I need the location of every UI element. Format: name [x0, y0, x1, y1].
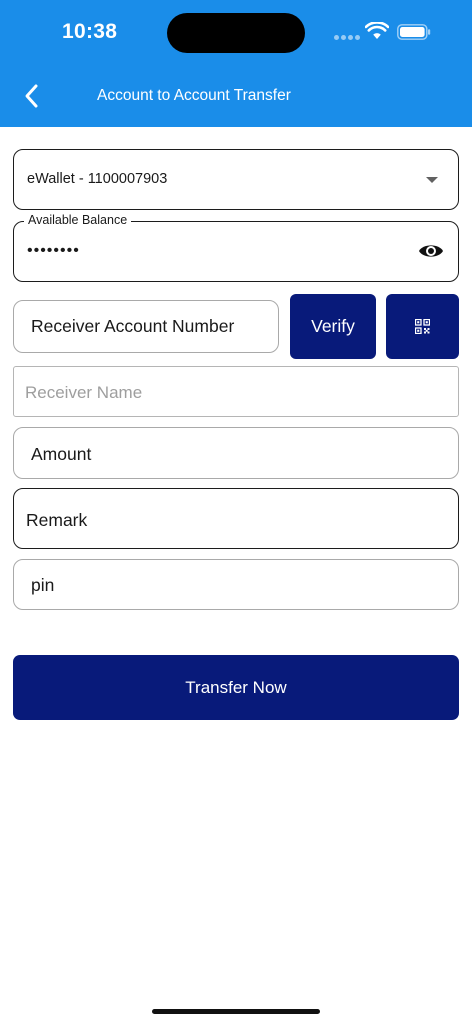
- pin-input[interactable]: pin: [13, 559, 459, 610]
- wallet-select-value: eWallet - 1100007903: [27, 171, 168, 187]
- receiver-name-field[interactable]: Receiver Name: [13, 366, 459, 417]
- transfer-now-button[interactable]: Transfer Now: [13, 655, 459, 720]
- status-time: 10:38: [62, 20, 118, 43]
- chevron-left-icon: [25, 84, 38, 108]
- back-button[interactable]: [20, 82, 46, 110]
- pin-placeholder: pin: [31, 575, 55, 595]
- available-balance-value: ••••••••: [27, 242, 80, 259]
- receiver-account-input[interactable]: Receiver Account Number: [13, 300, 279, 353]
- caret-down-icon: [426, 177, 438, 183]
- receiver-name-placeholder: Receiver Name: [25, 383, 143, 402]
- wifi-icon: [365, 22, 389, 39]
- remark-input[interactable]: Remark: [13, 488, 459, 549]
- wallet-select[interactable]: eWallet - 1100007903: [13, 149, 459, 210]
- amount-placeholder: Amount: [31, 444, 92, 464]
- page-title: Account to Account Transfer: [97, 87, 291, 104]
- available-balance-label: Available Balance: [24, 213, 132, 227]
- home-indicator[interactable]: [152, 1009, 320, 1014]
- cellular-signal-icon: [334, 35, 360, 41]
- app-header: 10:38 Account to Account Transfer: [0, 0, 472, 127]
- amount-input[interactable]: Amount: [13, 427, 459, 479]
- eye-icon[interactable]: [418, 241, 444, 261]
- qr-scan-button[interactable]: [386, 294, 459, 359]
- battery-icon: [397, 24, 431, 40]
- dynamic-island: [167, 13, 305, 53]
- available-balance-field: Available Balance ••••••••: [13, 213, 459, 282]
- qr-code-icon: [415, 319, 430, 334]
- verify-button[interactable]: Verify: [290, 294, 376, 359]
- remark-placeholder: Remark: [26, 510, 88, 530]
